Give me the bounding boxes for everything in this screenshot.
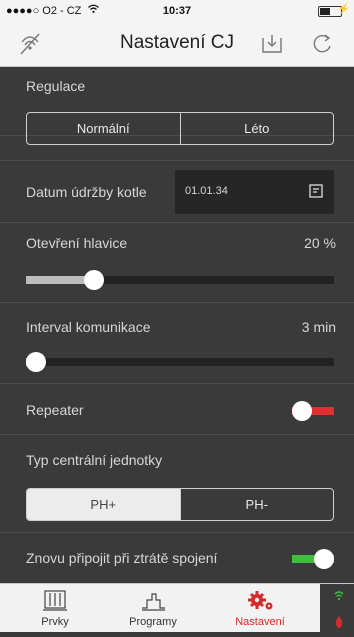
repeater-label: Repeater (26, 402, 84, 418)
unit-type-option-ph-minus[interactable]: PH- (179, 489, 334, 520)
tab-nastaveni-label: Nastavení (235, 616, 285, 628)
unit-type-label: Typ centrální jednotky (26, 452, 163, 468)
maintenance-date-label: Datum údržby kotle (26, 184, 147, 200)
tab-prvky[interactable]: Prvky (10, 584, 100, 632)
maintenance-date-value: 01.01.34 (185, 185, 228, 197)
repeater-toggle-thumb (292, 401, 312, 421)
comm-interval-label: Interval komunikace (26, 319, 151, 335)
comm-interval-slider-thumb[interactable] (26, 352, 46, 372)
tab-prvky-label: Prvky (41, 616, 69, 628)
valve-opening-slider[interactable] (26, 270, 334, 290)
maintenance-date-row[interactable]: Datum údržby kotle 01.01.34 (0, 160, 354, 223)
tab-programy[interactable]: Programy (108, 584, 198, 632)
nav-bar: Nastavení CJ (0, 22, 354, 67)
radiator-icon (43, 590, 67, 611)
reconnect-toggle[interactable] (292, 549, 334, 569)
refresh-icon[interactable] (308, 30, 336, 58)
regulation-option-normal[interactable]: Normální (27, 113, 180, 144)
regulation-option-summer[interactable]: Léto (179, 113, 334, 144)
tab-nastaveni[interactable]: Nastavení (215, 584, 305, 632)
reconnect-row: Znovu připojit při ztrátě spojení (0, 533, 354, 583)
reconnect-toggle-thumb (314, 549, 334, 569)
calendar-icon (309, 184, 323, 198)
unit-type-option-ph-plus[interactable]: PH+ (27, 489, 180, 520)
unit-type-row: Typ centrální jednotky PH+ PH- (0, 435, 354, 533)
regulation-label: Regulace (26, 78, 86, 94)
comm-interval-row: Interval komunikace 3 min (0, 303, 354, 384)
page-title: Nastavení CJ (119, 32, 235, 53)
repeater-toggle[interactable] (292, 401, 334, 421)
charging-icon: ⚡ (337, 4, 350, 15)
valve-opening-label: Otevření hlavice (26, 235, 128, 251)
maintenance-date-field[interactable]: 01.01.34 (175, 170, 334, 214)
status-side-panel (320, 584, 354, 632)
repeater-row: Repeater (0, 384, 354, 435)
signal-flame-icon (334, 591, 344, 628)
reconnect-label: Znovu připojit při ztrátě spojení (26, 550, 218, 566)
valve-opening-slider-thumb[interactable] (83, 270, 104, 290)
download-icon[interactable] (258, 30, 286, 58)
regulation-row: Regulace Normální Léto (0, 66, 354, 145)
comm-interval-value: 3 min (301, 319, 336, 335)
clock: 10:37 (162, 5, 192, 17)
comm-interval-slider[interactable] (26, 352, 334, 372)
status-bar: ●●●●○ O2 - CZ 10:37 ⚡ (0, 0, 354, 22)
tab-programy-label: Programy (129, 616, 177, 628)
schedule-icon (142, 593, 165, 611)
unit-type-segmented-control[interactable]: PH+ PH- (26, 488, 334, 521)
gears-icon (248, 591, 273, 610)
tab-bar: Prvky Programy Nastavení (0, 583, 354, 632)
settings-list[interactable]: Regulace Normální Léto Datum údržby kotl… (0, 66, 354, 583)
valve-opening-value: 20 % (304, 235, 336, 251)
valve-opening-row: Otevření hlavice 20 % (0, 222, 354, 303)
regulation-segmented-control[interactable]: Normální Léto (26, 112, 334, 145)
